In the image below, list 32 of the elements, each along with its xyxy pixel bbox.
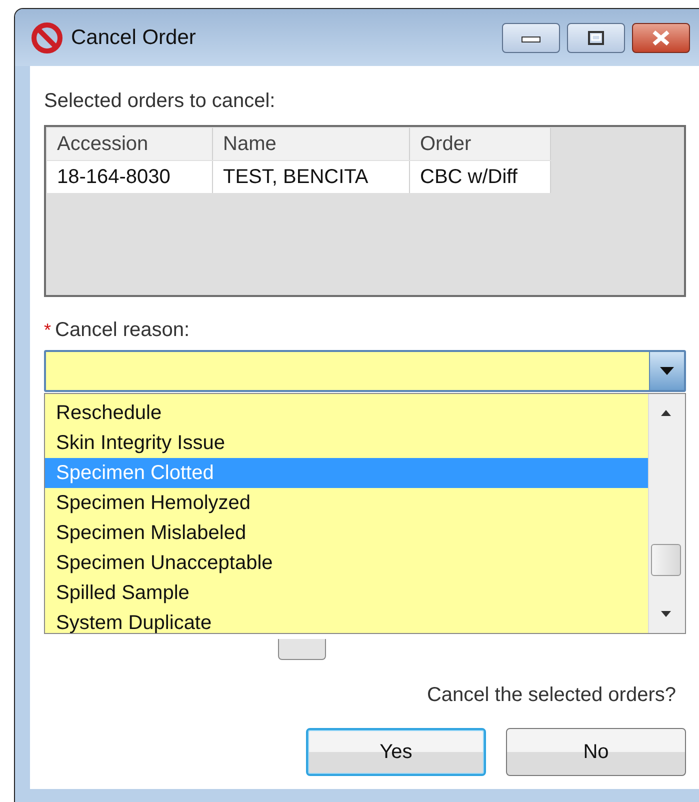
window-title: Cancel Order: [71, 26, 197, 50]
dropdown-button[interactable]: [649, 352, 684, 390]
list-option[interactable]: System Duplicate: [45, 608, 648, 638]
section-label: Selected orders to cancel:: [44, 90, 276, 113]
dialog-button[interactable]: No: [506, 728, 686, 776]
prohibited-icon: [31, 22, 63, 54]
required-marker: *: [44, 320, 52, 341]
scrollbar[interactable]: [648, 394, 685, 633]
reason-dropdown[interactable]: [44, 350, 686, 392]
close-icon: [651, 30, 671, 46]
maximize-button[interactable]: [567, 22, 625, 52]
column-header[interactable]: Name: [212, 128, 410, 160]
list-option[interactable]: Specimen Unacceptable: [45, 548, 648, 578]
caret-icon: [660, 367, 674, 375]
column-header[interactable]: Order: [410, 128, 550, 160]
table-cell: CBC w/Diff: [410, 160, 550, 193]
dialog-button[interactable]: Yes: [306, 728, 486, 776]
field-label: Cancel reason:: [55, 319, 190, 342]
scrollbar-thumb[interactable]: [651, 544, 681, 576]
list-option[interactable]: Skin Integrity Issue: [45, 428, 648, 458]
list-option[interactable]: Reschedule: [45, 398, 648, 428]
list-option[interactable]: Spilled Sample: [45, 578, 648, 608]
table-cell: TEST, BENCITA: [212, 160, 410, 193]
column-header[interactable]: Accession: [47, 128, 212, 160]
minimize-button[interactable]: [502, 22, 560, 52]
list-option[interactable]: Specimen Mislabeled: [45, 518, 648, 548]
comments-button[interactable]: [278, 639, 326, 660]
list-option[interactable]: Specimen Hemolyzed: [45, 488, 648, 518]
confirmation-text: Cancel the selected orders?: [426, 684, 676, 707]
maximize-icon: [587, 30, 605, 46]
table-cell: 18-164-8030: [47, 160, 212, 193]
close-button[interactable]: [632, 22, 690, 52]
